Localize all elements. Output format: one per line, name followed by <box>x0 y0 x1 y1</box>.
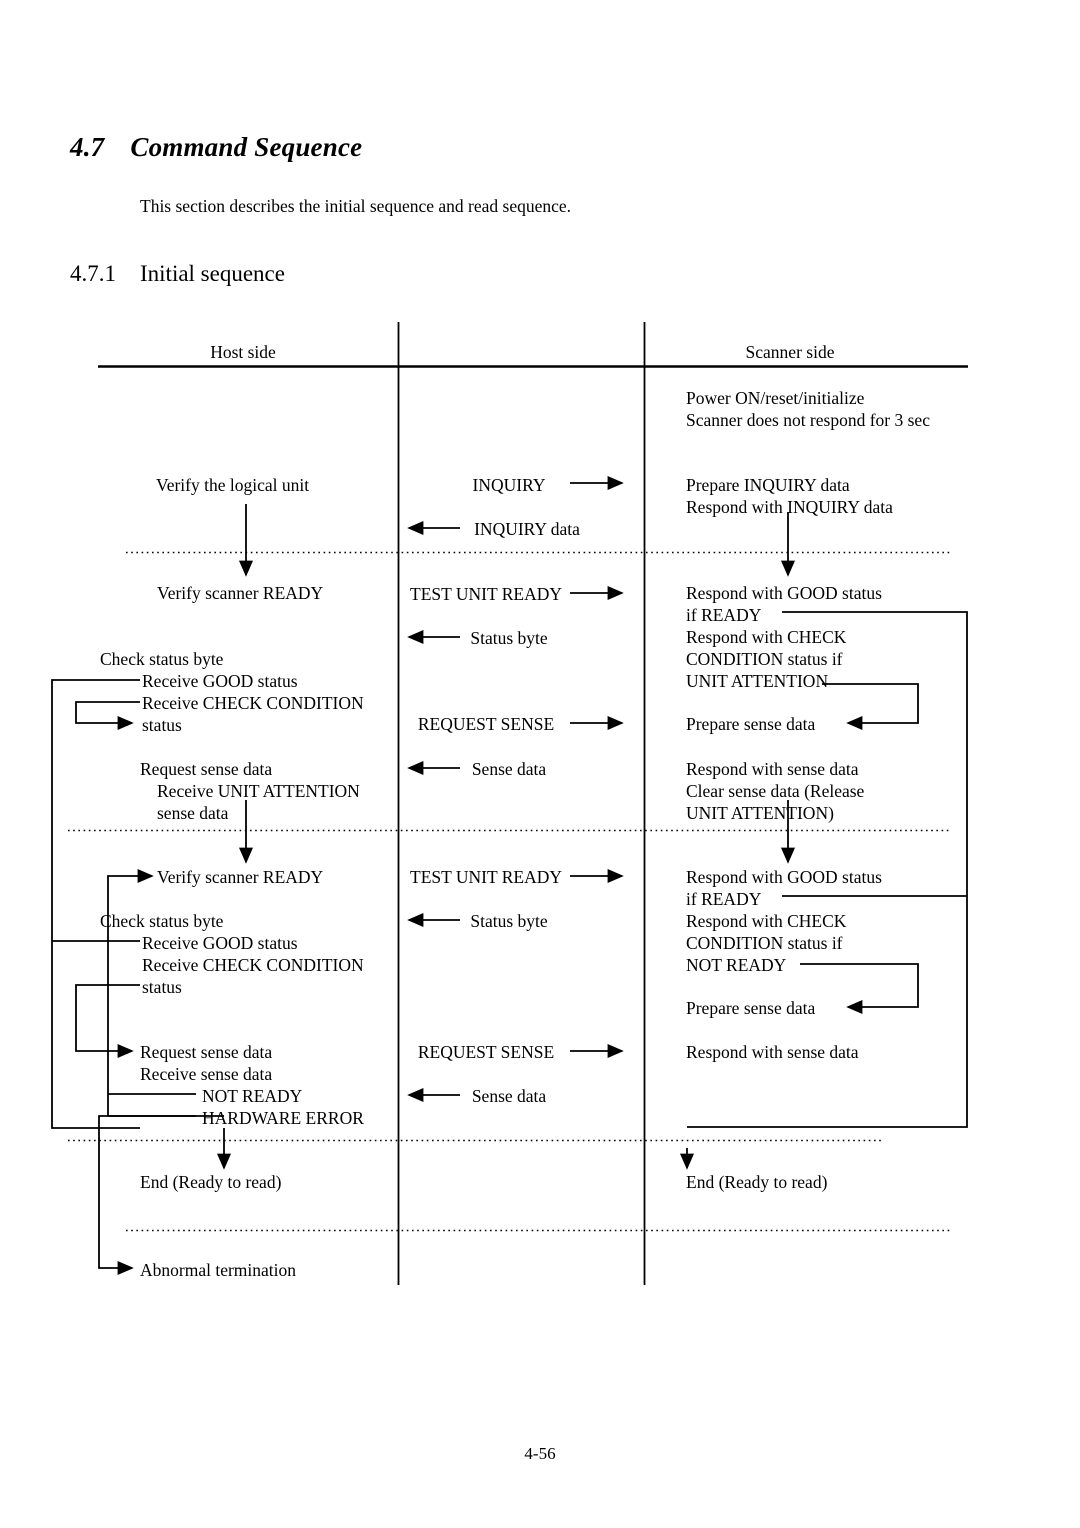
host-step-verify-ready-1: Verify scanner READY <box>157 583 324 603</box>
bus-message-sense-data-1: Sense data <box>471 759 547 779</box>
bus-message-test-unit-ready-1: TEST UNIT READY <box>410 584 562 604</box>
scanner-step-no-respond-3sec: Scanner does not respond for 3 sec <box>686 410 930 430</box>
scanner-step-end-ready-to-read: End (Ready to read) <box>686 1172 828 1192</box>
host-step-check-status-2: Check status byte <box>100 911 224 931</box>
host-step-receive-sense-2: Receive sense data <box>140 1064 273 1084</box>
bus-message-inquiry: INQUIRY <box>472 475 546 495</box>
host-step-status-2: status <box>142 977 182 997</box>
scanner-step-power-on: Power ON/reset/initialize <box>686 388 865 408</box>
column-header-scanner: Scanner side <box>745 342 835 362</box>
scanner-step-if-ready-2: if READY <box>686 889 762 909</box>
host-step-verify-ready-2: Verify scanner READY <box>157 867 324 887</box>
host-step-receive-good-1: Receive GOOD status <box>142 671 298 691</box>
scanner-step-clear-sense: Clear sense data (Release <box>686 781 865 801</box>
host-step-status-1: status <box>142 715 182 735</box>
scanner-step-prepare-sense-2: Prepare sense data <box>686 998 816 1018</box>
host-step-request-sense-2: Request sense data <box>140 1042 273 1062</box>
bus-message-inquiry-data: INQUIRY data <box>474 519 580 539</box>
scanner-step-prepare-inquiry: Prepare INQUIRY data <box>686 475 850 495</box>
scanner-step-unit-attention: UNIT ATTENTION <box>686 671 829 691</box>
host-step-request-sense-1: Request sense data <box>140 759 273 779</box>
scanner-step-respond-sense-2: Respond with sense data <box>686 1042 859 1062</box>
scanner-step-respond-good-2: Respond with GOOD status <box>686 867 882 887</box>
scanner-step-respond-check-2: Respond with CHECK <box>686 911 847 931</box>
bus-message-request-sense-2: REQUEST SENSE <box>417 1042 555 1062</box>
host-step-check-status-1: Check status byte <box>100 649 224 669</box>
host-step-receive-check-2: Receive CHECK CONDITION <box>142 955 364 975</box>
host-step-end-ready-to-read: End (Ready to read) <box>140 1172 282 1192</box>
page-number: 4-56 <box>524 1444 556 1463</box>
scanner-step-condition-status-1: CONDITION status if <box>686 649 843 669</box>
host-step-verify-logical-unit: Verify the logical unit <box>156 475 310 495</box>
host-step-receive-check-1: Receive CHECK CONDITION <box>142 693 364 713</box>
host-step-abnormal-termination: Abnormal termination <box>140 1260 297 1280</box>
scanner-step-prepare-sense-1: Prepare sense data <box>686 714 816 734</box>
scanner-step-if-ready-1: if READY <box>686 605 762 625</box>
initial-sequence-diagram: Host side Scanner side Verify the logica… <box>0 0 1080 1528</box>
scanner-step-respond-sense-1: Respond with sense data <box>686 759 859 779</box>
scanner-step-respond-check-1: Respond with CHECK <box>686 627 847 647</box>
column-header-host: Host side <box>210 342 276 362</box>
host-step-sense-data-1: sense data <box>157 803 229 823</box>
scanner-step-condition-status-2: CONDITION status if <box>686 933 843 953</box>
bus-message-status-byte-2: Status byte <box>470 911 548 931</box>
bus-message-status-byte-1: Status byte <box>470 628 548 648</box>
scanner-step-respond-good-1: Respond with GOOD status <box>686 583 882 603</box>
host-step-not-ready: NOT READY <box>202 1086 303 1106</box>
scanner-step-not-ready: NOT READY <box>686 955 787 975</box>
scanner-step-unit-attention-close: UNIT ATTENTION) <box>686 803 834 823</box>
host-step-receive-good-2: Receive GOOD status <box>142 933 298 953</box>
bus-message-test-unit-ready-2: TEST UNIT READY <box>410 867 562 887</box>
scanner-step-respond-inquiry: Respond with INQUIRY data <box>686 497 893 517</box>
bus-message-sense-data-2: Sense data <box>471 1086 547 1106</box>
bus-message-request-sense-1: REQUEST SENSE <box>417 714 555 734</box>
host-step-hardware-error: HARDWARE ERROR <box>202 1108 364 1128</box>
host-step-receive-unit-attention: Receive UNIT ATTENTION <box>157 781 360 801</box>
